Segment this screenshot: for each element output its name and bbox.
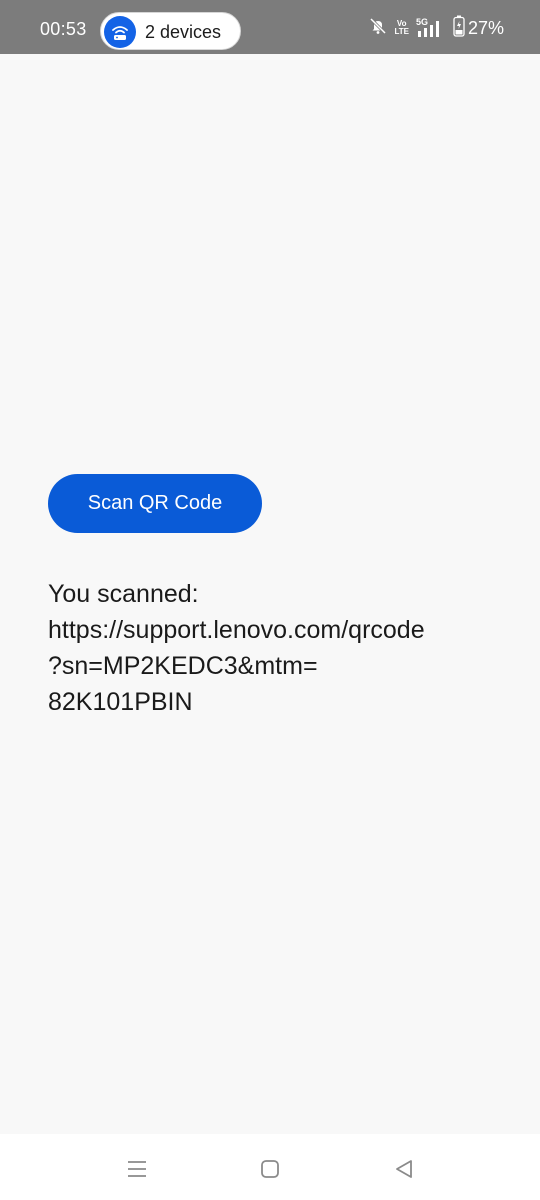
scan-result-heading: You scanned:: [48, 580, 199, 608]
hotspot-device-count: 2 devices: [145, 22, 222, 42]
volte-bottom-text: LTE: [394, 27, 409, 36]
home-icon[interactable]: [255, 1154, 285, 1184]
hotspot-icon: [104, 16, 136, 48]
hotspot-chip[interactable]: 2 devices: [100, 12, 241, 50]
volte-icon: Vo LTE: [394, 20, 409, 36]
signal-5g-icon: 5G: [416, 17, 446, 39]
scan-result-line: ?sn=MP2KEDC3&mtm=: [48, 652, 318, 680]
battery-icon: [453, 15, 465, 42]
scan-qr-code-button[interactable]: Scan QR Code: [48, 474, 262, 533]
scan-result-line: 82K101PBIN: [48, 688, 193, 716]
navigation-bar: [0, 1134, 540, 1200]
status-icons: Vo LTE 5G 27%: [369, 15, 504, 42]
scan-result-line: https://support.lenovo.com/qrcode: [48, 616, 425, 644]
scan-result: You scanned: https://support.lenovo.com/…: [48, 576, 498, 720]
back-icon[interactable]: [389, 1154, 419, 1184]
status-time: 00:53: [40, 19, 87, 39]
battery-percent: 27%: [467, 17, 504, 38]
mute-bell-icon: [369, 17, 387, 40]
status-bar: 00:53 2 devices Vo LTE 5G 27%: [0, 0, 540, 54]
recent-apps-icon[interactable]: [122, 1154, 152, 1184]
